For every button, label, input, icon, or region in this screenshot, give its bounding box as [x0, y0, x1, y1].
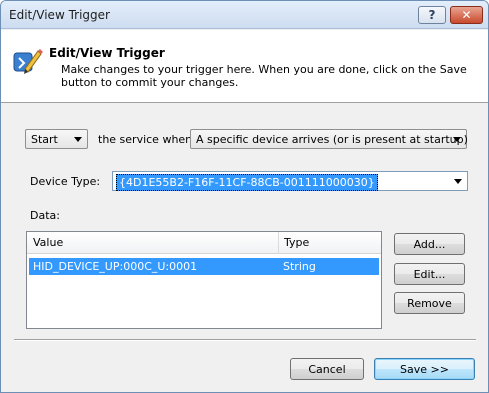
data-list[interactable]: Value Type HID_DEVICE_UP:000C_U:0001 Str… [26, 231, 382, 329]
chevron-down-icon [74, 137, 82, 142]
action-dropdown[interactable]: Start [25, 129, 88, 149]
header-description: Make changes to your trigger here. When … [61, 63, 467, 89]
remove-button[interactable]: Remove [394, 292, 465, 314]
add-button[interactable]: Add... [394, 233, 465, 255]
header-title: Edit/View Trigger [49, 46, 165, 60]
window-title: Edit/View Trigger [9, 8, 110, 22]
condition-dropdown-value: A specific device arrives (or is present… [196, 133, 468, 146]
service-when-label: the service when: [98, 133, 196, 146]
device-type-value[interactable]: {4D1E55B2-F16F-11CF-88CB-001111000030} [116, 174, 378, 191]
edit-button[interactable]: Edit... [394, 263, 465, 285]
edit-view-trigger-dialog: Edit/View Trigger ? ✕ Edit/View Trigger … [0, 0, 489, 393]
cancel-button[interactable]: Cancel [290, 358, 364, 380]
close-button[interactable]: ✕ [450, 6, 483, 24]
help-button[interactable]: ? [418, 6, 446, 24]
chevron-down-icon [453, 137, 461, 142]
remove-button-label: Remove [407, 296, 452, 310]
data-list-header: Value Type [27, 232, 381, 254]
column-divider[interactable] [278, 232, 279, 254]
cancel-button-label: Cancel [308, 362, 346, 376]
dialog-header: Edit/View Trigger Make changes to your t… [1, 30, 488, 103]
data-label: Data: [30, 209, 60, 222]
device-type-combobox[interactable]: {4D1E55B2-F16F-11CF-88CB-001111000030} [112, 171, 468, 191]
action-dropdown-value: Start [31, 133, 58, 146]
device-type-label: Device Type: [30, 175, 101, 188]
close-icon: ✕ [461, 8, 472, 22]
chevron-down-icon[interactable] [454, 179, 462, 184]
table-row[interactable]: HID_DEVICE_UP:000C_U:0001 String [29, 258, 379, 275]
trigger-edit-icon [13, 49, 43, 74]
save-button-label: Save >> [400, 362, 449, 376]
add-button-label: Add... [413, 237, 446, 251]
row-value: HID_DEVICE_UP:000C_U:0001 [33, 260, 198, 273]
row-type: String [283, 260, 316, 273]
column-header-type[interactable]: Type [284, 236, 309, 249]
title-bar[interactable]: Edit/View Trigger ? ✕ [1, 1, 488, 29]
save-button[interactable]: Save >> [374, 358, 475, 380]
help-icon: ? [428, 8, 436, 22]
column-header-value[interactable]: Value [33, 236, 63, 249]
footer-divider [14, 339, 476, 341]
edit-button-label: Edit... [413, 267, 446, 281]
condition-dropdown[interactable]: A specific device arrives (or is present… [190, 129, 468, 149]
